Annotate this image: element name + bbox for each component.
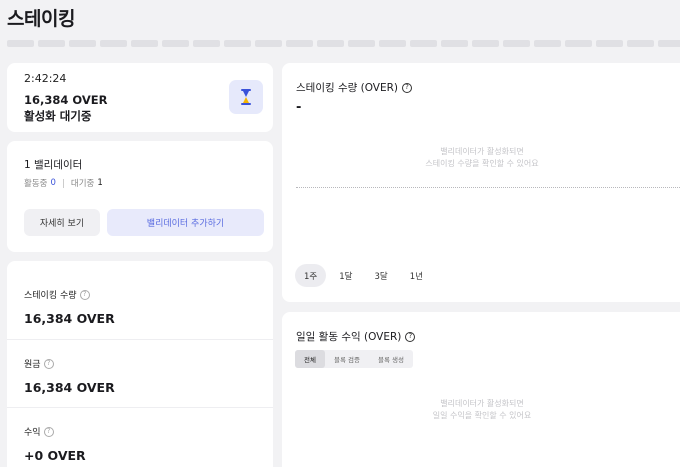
progress-segment [255,40,282,47]
staking-chart-card: 스테이킹 수량 (OVER) ? - 밸리데이터가 활성화되면 스테이킹 수량을… [282,63,680,302]
help-icon[interactable]: ? [43,358,54,369]
stat-value: 16,384 OVER [24,380,115,395]
chart-title-text: 일일 활동 수익 (OVER) [296,331,402,343]
stat-value: +0 OVER [24,448,86,463]
help-icon[interactable]: ? [43,426,54,437]
active-label: 활동중 [24,179,48,189]
progress-segment [503,40,530,47]
progress-segment [7,40,34,47]
waiting-count: 1 [97,178,103,188]
stat-label: 스테이킹 수량 [24,291,77,301]
progress-segment [317,40,344,47]
progress-segment [38,40,65,47]
divider [62,178,64,188]
progress-segment [627,40,654,47]
chart-title: 일일 활동 수익 (OVER) ? [296,329,416,344]
chart-value: - [296,100,302,115]
tab-all[interactable]: 전체 [295,350,325,368]
countdown-timer: 2:42:24 [24,72,67,85]
help-icon[interactable]: ? [405,331,416,342]
validator-count: 1 밸리데이터 [24,159,83,171]
progress-segment [410,40,437,47]
empty-message-line: 밸리데이터가 활성화되면 [440,147,524,156]
reward-type-tabs: 전체 블록 검증 블록 생성 [295,350,413,368]
stat-principal: 원금? 16,384 OVER [24,357,115,395]
stat-label: 수익 [24,428,41,438]
progress-segment [162,40,189,47]
progress-segment [472,40,499,47]
empty-message-line: 일일 수익을 확인할 수 있어요 [432,411,532,420]
staking-stats-card: 스테이킹 수량? 16,384 OVER 원금? 16,384 OVER 수익?… [7,261,273,467]
range-tab-1m[interactable]: 1달 [330,264,361,287]
range-tab-3m[interactable]: 3달 [365,264,396,287]
stat-staking-amount: 스테이킹 수량? 16,384 OVER [24,288,115,326]
chart-baseline [296,187,680,188]
chart-title-text: 스테이킹 수량 (OVER) [296,82,399,94]
progress-segment [441,40,468,47]
chart-title: 스테이킹 수량 (OVER) ? [296,80,413,95]
progress-segment [565,40,592,47]
progress-segment [69,40,96,47]
view-details-button[interactable]: 자세히 보기 [24,209,100,236]
range-tab-1w[interactable]: 1주 [295,264,327,287]
progress-segment [658,40,680,47]
active-count: 0 [50,178,56,188]
add-validator-button[interactable]: 밸리데이터 추가하기 [107,209,264,236]
empty-message-line: 스테이킹 수량을 확인할 수 있어요 [425,159,539,168]
range-tabs: 1주 1달 3달 1년 [295,264,432,287]
stat-label: 원금 [24,360,41,370]
progress-segment [534,40,561,47]
empty-message-line: 밸리데이터가 활성화되면 [440,399,524,408]
progress-segment [286,40,313,47]
divider [7,407,273,408]
help-icon[interactable]: ? [79,289,90,300]
validator-card: 1 밸리데이터 활동중 0 대기중 1 자세히 보기 밸리데이터 추가하기 [7,141,273,252]
progress-segment [100,40,127,47]
page-title: 스테이킹 [7,8,75,30]
staking-status-card: 2:42:24 16,384 OVER 활성화 대기중 [7,63,273,132]
help-icon[interactable]: ? [402,82,413,93]
progress-strip [7,40,680,47]
status-amount: 16,384 OVER [24,93,108,107]
stat-value: 16,384 OVER [24,311,115,326]
daily-reward-card: 일일 활동 수익 (OVER) ? 전체 블록 검증 블록 생성 밸리데이터가 … [282,312,680,467]
progress-segment [379,40,406,47]
status-label: 활성화 대기중 [24,109,92,123]
stat-earnings: 수익? +0 OVER [24,425,86,463]
progress-segment [348,40,375,47]
validator-status-summary: 활동중 0 대기중 1 [24,177,103,189]
waiting-label: 대기중 [70,179,95,189]
progress-segment [193,40,220,47]
progress-segment [224,40,251,47]
range-tab-1y[interactable]: 1년 [401,264,432,287]
tab-block-creation[interactable]: 블록 생성 [369,350,413,368]
empty-message: 밸리데이터가 활성화되면 일일 수익을 확인할 수 있어요 [282,398,680,422]
divider [7,339,273,340]
hourglass-icon [229,80,263,114]
progress-segment [131,40,158,47]
empty-message: 밸리데이터가 활성화되면 스테이킹 수량을 확인할 수 있어요 [282,146,680,170]
tab-block-validation[interactable]: 블록 검증 [325,350,369,368]
progress-segment [596,40,623,47]
